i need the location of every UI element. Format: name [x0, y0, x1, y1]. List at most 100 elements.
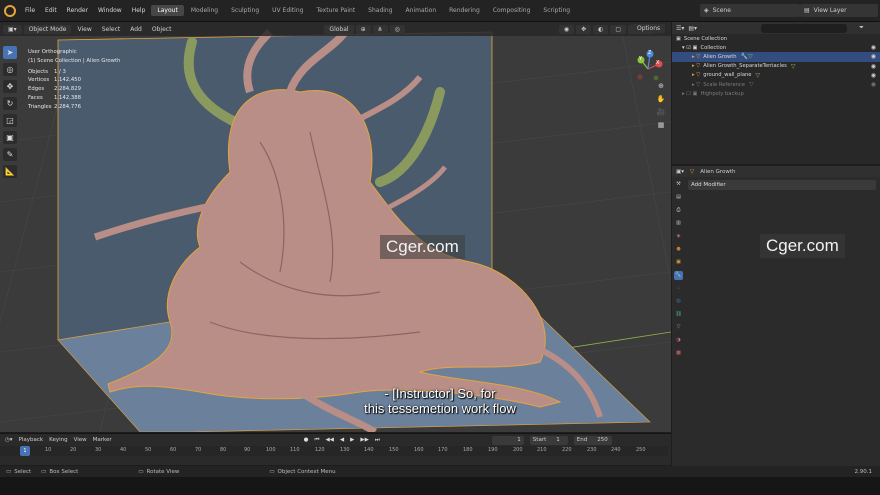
proportional-edit-icon[interactable]: ◎	[389, 24, 405, 34]
current-frame-field[interactable]: 1	[491, 435, 524, 445]
view-menu[interactable]: View	[73, 25, 95, 34]
measure-tool-icon[interactable]: 📐	[3, 165, 17, 178]
xray-toggle-icon[interactable]: ▢	[610, 24, 627, 34]
view-layer-selector[interactable]: ▤ View Layer	[800, 4, 878, 17]
timeline-view-menu[interactable]: View	[74, 437, 87, 443]
display-mode-icon[interactable]: ▤▾	[688, 25, 697, 32]
object-menu[interactable]: Object	[148, 25, 176, 34]
add-modifier-button[interactable]: Add Modifier	[688, 180, 876, 190]
record-icon[interactable]: ●	[304, 437, 309, 443]
menu-edit[interactable]: Edit	[40, 7, 62, 14]
menu-render[interactable]: Render	[62, 7, 93, 14]
menu-file[interactable]: File	[20, 7, 40, 14]
outliner-item-ground-wall-plane[interactable]: ▸ ▽ ground_wall_plane ▽ ◉	[672, 71, 880, 80]
material-tab-icon[interactable]: ◑	[674, 336, 683, 345]
tab-compositing[interactable]: Compositing	[487, 5, 537, 16]
particles-tab-icon[interactable]: ∴	[674, 284, 683, 293]
tick-label: 60	[170, 447, 177, 453]
data-tab-icon[interactable]: ▽	[674, 323, 683, 332]
jump-start-icon[interactable]: ⏮	[314, 437, 319, 444]
playback-menu[interactable]: Playback	[19, 437, 44, 443]
scene-tab-icon[interactable]: ◈	[674, 232, 683, 241]
options-dropdown[interactable]: Options	[632, 24, 666, 33]
pan-hand-icon[interactable]: ✋	[656, 95, 666, 105]
play-icon[interactable]: ▶	[350, 437, 354, 443]
modifier-tab-icon[interactable]: 🔧	[674, 271, 683, 280]
tab-shading[interactable]: Shading	[362, 5, 398, 16]
timeline-ruler[interactable]: 1 10 20 30 40 50 60 70 80 90 100 110 120…	[0, 446, 668, 456]
select-tool-icon[interactable]: ➤	[3, 46, 17, 59]
menu-window[interactable]: Window	[93, 7, 127, 14]
visibility-eye-icon[interactable]: ◉	[871, 63, 876, 70]
start-frame-field[interactable]: Start 1	[529, 435, 568, 445]
texture-tab-icon[interactable]: ▩	[674, 349, 683, 358]
properties-editor-icon[interactable]: ▣▾	[676, 169, 684, 175]
object-tab-icon[interactable]: ▣	[674, 258, 683, 267]
outliner-item-separate-tentacles[interactable]: ▸ ▽ Alien Growth_SeparateTentacles ▽ ◉	[672, 62, 880, 71]
object-mode-dropdown[interactable]: Object Mode	[23, 24, 72, 34]
play-reverse-icon[interactable]: ◀	[340, 437, 344, 443]
outliner-item-highpoly-backup[interactable]: ▸ ☐ ▣ Highpoly backup	[672, 89, 880, 98]
marker-menu[interactable]: Marker	[93, 437, 112, 443]
tab-animation[interactable]: Animation	[400, 5, 443, 16]
end-frame-field[interactable]: End 250	[573, 435, 612, 445]
perspective-toggle-icon[interactable]: ▦	[656, 121, 666, 131]
overlays-toggle-icon[interactable]: ◐	[593, 24, 609, 34]
keying-menu[interactable]: Keying	[49, 437, 67, 443]
tab-layout[interactable]: Layout	[151, 5, 184, 16]
tab-texture-paint[interactable]: Texture Paint	[310, 5, 361, 16]
outliner-search-input[interactable]	[761, 23, 848, 33]
pivot-point-icon[interactable]: ⊕	[355, 24, 371, 34]
annotate-tool-icon[interactable]: ✎	[3, 148, 17, 161]
render-tab-icon[interactable]: ▤	[674, 193, 683, 202]
physics-tab-icon[interactable]: ◎	[674, 297, 683, 306]
next-key-icon[interactable]: ▶▶	[360, 437, 368, 443]
outliner-root[interactable]: ▣ Scene Collection	[672, 34, 880, 43]
3d-viewport[interactable]: ▣▾ Object Mode View Select Add Object Gl…	[0, 22, 671, 432]
current-frame-indicator[interactable]: 1	[20, 446, 30, 456]
transform-orientation-dropdown[interactable]: Global	[324, 24, 354, 34]
outliner-item-scale-reference[interactable]: ▸ ▽ Scale Reference ▽ ◉	[672, 80, 880, 89]
outliner-item-collection[interactable]: ▾ ☑ ▣ Collection ◉	[672, 43, 880, 52]
status-box-select: Box Select	[49, 468, 79, 475]
visibility-eye-icon[interactable]: ◉	[871, 72, 876, 79]
tab-sculpting[interactable]: Sculpting	[225, 5, 265, 16]
visibility-eye-icon[interactable]: ◉	[871, 53, 876, 60]
tool-tab-icon[interactable]: ⚒	[674, 180, 683, 189]
menu-help[interactable]: Help	[127, 7, 151, 14]
editor-type-button[interactable]: ▣▾	[3, 24, 22, 34]
zoom-icon[interactable]: ⊕	[656, 82, 666, 92]
tab-modeling[interactable]: Modeling	[185, 5, 224, 16]
tab-uv-editing[interactable]: UV Editing	[266, 5, 309, 16]
viewport-visibility-icon[interactable]: ◉	[558, 24, 575, 34]
rotate-tool-icon[interactable]: ↻	[3, 97, 17, 110]
view-layer-tab-icon[interactable]: ▥	[674, 219, 683, 228]
blender-version: 2.90.1	[854, 468, 873, 475]
transform-tool-icon[interactable]: ▣	[3, 131, 17, 144]
tab-scripting[interactable]: Scripting	[537, 5, 576, 16]
filter-icon[interactable]: ⏷	[859, 24, 864, 32]
snap-icon[interactable]: ⋔	[372, 24, 388, 34]
outliner-editor-icon[interactable]: ☰▾	[676, 25, 684, 32]
viewport-navigation: ⊕ ✋ 🎥 ▦	[656, 82, 666, 134]
jump-end-icon[interactable]: ⏭	[375, 437, 380, 444]
scene-selector[interactable]: ◈ Scene	[700, 4, 800, 17]
gizmo-toggle-icon[interactable]: ✥	[576, 24, 592, 34]
tab-rendering[interactable]: Rendering	[443, 5, 486, 16]
timeline-editor-icon[interactable]: ◷▾	[5, 437, 13, 443]
camera-view-icon[interactable]: 🎥	[656, 108, 666, 118]
output-tab-icon[interactable]: ⎙	[674, 206, 683, 215]
visibility-eye-icon[interactable]: ◉	[871, 81, 876, 88]
select-menu[interactable]: Select	[98, 25, 125, 34]
outliner-item-alien-growth[interactable]: ▸ ▽ Alien Growth 🔧▽ ◉	[672, 52, 880, 62]
scale-tool-icon[interactable]: ◲	[3, 114, 17, 127]
cursor-tool-icon[interactable]: ◎	[3, 63, 17, 76]
world-tab-icon[interactable]: ●	[674, 245, 683, 254]
viewport-header: ▣▾ Object Mode View Select Add Object Gl…	[0, 22, 671, 36]
visibility-eye-icon[interactable]: ◉	[871, 44, 876, 51]
move-tool-icon[interactable]: ✥	[3, 80, 17, 93]
blender-logo-icon[interactable]	[4, 4, 16, 17]
prev-key-icon[interactable]: ◀◀	[325, 437, 333, 443]
add-menu[interactable]: Add	[126, 25, 146, 34]
constraints-tab-icon[interactable]: ⛓	[674, 310, 683, 319]
